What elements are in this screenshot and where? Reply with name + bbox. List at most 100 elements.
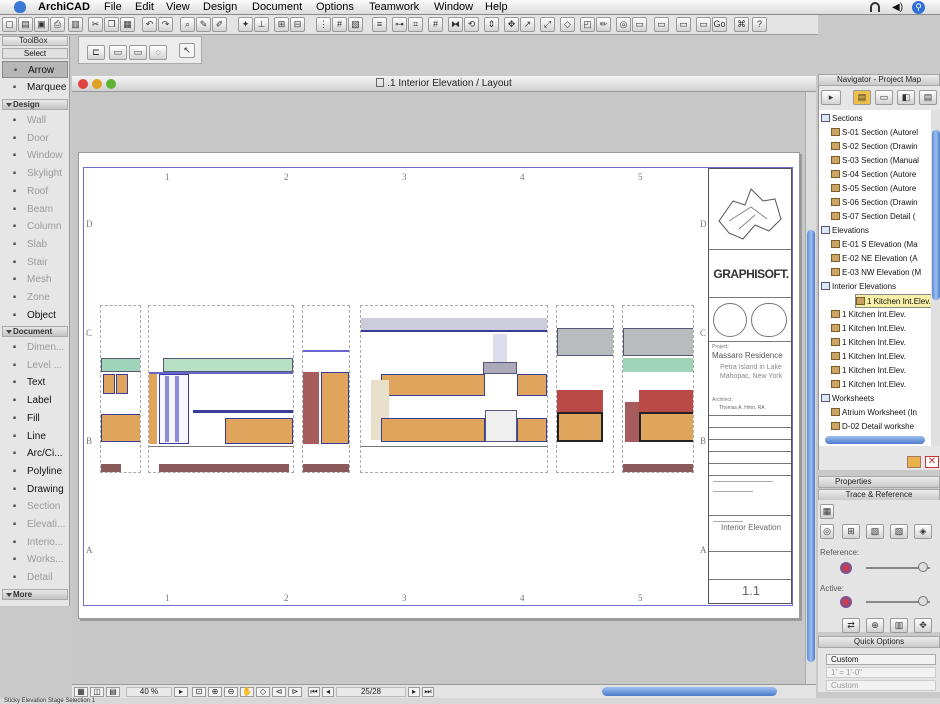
- app-menu[interactable]: ArchiCAD: [38, 1, 90, 14]
- tool-level[interactable]: ▪ Level ...: [2, 357, 68, 374]
- nav-group[interactable]: Worksheets: [821, 392, 931, 406]
- layer-combo-icon[interactable]: ▦: [74, 687, 88, 697]
- align-icon[interactable]: ≡: [372, 17, 387, 32]
- section-marker-icon[interactable]: #: [428, 17, 443, 32]
- trace-option-5-icon[interactable]: ◈: [914, 524, 932, 539]
- elevation-drawing-5[interactable]: [556, 305, 614, 473]
- pan-icon[interactable]: ✋: [240, 687, 254, 697]
- menu-edit[interactable]: Edit: [135, 1, 154, 14]
- paste-icon[interactable]: ▦: [120, 17, 135, 32]
- tool-dimension[interactable]: ▪ Dimen...: [2, 339, 68, 356]
- nav-group[interactable]: Interior Elevations: [821, 280, 931, 294]
- tool-elevation[interactable]: ▪ Elevati...: [2, 516, 68, 533]
- plot-icon[interactable]: ▥: [68, 17, 83, 32]
- next-page-icon[interactable]: ▸: [408, 687, 420, 697]
- grid-display-icon[interactable]: #: [332, 17, 347, 32]
- tool-detail[interactable]: ▪ Detail: [2, 569, 68, 586]
- nav-item[interactable]: Atrium Worksheet (In: [831, 406, 931, 420]
- display-order-icon[interactable]: ▤: [106, 687, 120, 697]
- group-icon[interactable]: ⊟: [290, 17, 305, 32]
- tool-drawing[interactable]: ▪ Drawing: [2, 481, 68, 498]
- nav-item[interactable]: S-05 Section (Autore: [831, 182, 931, 196]
- tool-skylight[interactable]: ▪ Skylight: [2, 165, 68, 182]
- selection-method-icon[interactable]: ⊏: [87, 45, 105, 60]
- print-icon[interactable]: ⎙: [50, 17, 65, 32]
- rotate-icon[interactable]: ⟲: [464, 17, 479, 32]
- tool-label[interactable]: ▪ Label: [2, 392, 68, 409]
- volume-icon[interactable]: ◀): [892, 2, 903, 13]
- first-page-icon[interactable]: ⏮: [308, 687, 320, 697]
- vertical-scrollbar[interactable]: [805, 92, 816, 684]
- tool-column[interactable]: ▪ Column: [2, 218, 68, 235]
- layout-book-tab-icon[interactable]: ◧: [897, 90, 915, 105]
- nav-item[interactable]: E-03 NW Elevation (M: [831, 266, 931, 280]
- menu-file[interactable]: File: [104, 1, 122, 14]
- find-select-icon[interactable]: ⌕: [180, 17, 195, 32]
- tool-arc[interactable]: ▪ Arc/Ci...: [2, 445, 68, 462]
- 3d-window-icon[interactable]: ◰: [580, 17, 595, 32]
- drag-icon[interactable]: ✥: [504, 17, 519, 32]
- apple-menu-icon[interactable]: [14, 1, 26, 13]
- properties-header[interactable]: Properties: [818, 476, 940, 488]
- tool-window[interactable]: ▪ Window: [2, 147, 68, 164]
- menu-options[interactable]: Options: [316, 1, 354, 14]
- tool-marquee[interactable]: ▪ Marquee: [2, 79, 68, 96]
- tool-line[interactable]: ▪ Line: [2, 428, 68, 445]
- menu-window[interactable]: Window: [434, 1, 473, 14]
- copy-icon[interactable]: ❐: [104, 17, 119, 32]
- minimize-window-icon[interactable]: [92, 79, 102, 89]
- undo-icon[interactable]: ↶: [142, 17, 157, 32]
- tool-section[interactable]: ▪ Section: [2, 498, 68, 515]
- nav-item[interactable]: D-02 Detail workshe: [831, 420, 931, 434]
- view-map-tab-icon[interactable]: ▭: [875, 90, 893, 105]
- nav-item[interactable]: 1 Kitchen Int.Elev.: [831, 308, 931, 322]
- navigator-title-bar[interactable]: Navigator - Project Map: [818, 74, 940, 86]
- zoom-in-icon[interactable]: ⊕: [208, 687, 222, 697]
- title-block[interactable]: GRAPHISOFT. Project: Massaro Residence P…: [708, 168, 792, 604]
- menu-design[interactable]: Design: [203, 1, 237, 14]
- menu-help[interactable]: Help: [485, 1, 508, 14]
- zoom-area-icon[interactable]: ⊡: [192, 687, 206, 697]
- shortcut-icon[interactable]: ⌘: [734, 17, 749, 32]
- quick-options-header[interactable]: Quick Options: [818, 636, 940, 648]
- trace-reset-icon[interactable]: ⊕: [866, 618, 884, 633]
- trace-toggle-icon[interactable]: ▦: [820, 504, 834, 519]
- close-window-icon[interactable]: [78, 79, 88, 89]
- syringe-icon[interactable]: ✐: [212, 17, 227, 32]
- tool-door[interactable]: ▪ Door: [2, 130, 68, 147]
- menu-view[interactable]: View: [166, 1, 190, 14]
- nav-item[interactable]: S-07 Section Detail (: [831, 210, 931, 224]
- trace-swap-icon[interactable]: ⇄: [842, 618, 860, 633]
- navigator-delete-icon[interactable]: ✕: [925, 456, 939, 468]
- geometry-method-1-icon[interactable]: ▭: [109, 45, 127, 60]
- redo-icon[interactable]: ↷: [158, 17, 173, 32]
- nav-item[interactable]: 1 Kitchen Int.Elev.: [831, 350, 931, 364]
- pointer-icon[interactable]: ↖: [179, 43, 195, 58]
- tool-beam[interactable]: ▪ Beam: [2, 201, 68, 218]
- nav-item[interactable]: S-02 Section (Drawin: [831, 140, 931, 154]
- tool-text[interactable]: ▪ Text: [2, 374, 68, 391]
- view-options-icon[interactable]: ◫: [90, 687, 104, 697]
- tool-slab[interactable]: ▪ Slab: [2, 236, 68, 253]
- active-color-icon[interactable]: [840, 596, 852, 608]
- nav-item[interactable]: 1 Kitchen Int.Elev.: [831, 378, 931, 392]
- vertical-scroll-thumb[interactable]: [807, 230, 815, 662]
- quick-option-scale[interactable]: 1' = 1'-0": [826, 667, 936, 678]
- nav-item[interactable]: S-04 Section (Autore: [831, 168, 931, 182]
- trace-option-3-icon[interactable]: ▧: [866, 524, 884, 539]
- tool-object[interactable]: ▪ Object: [2, 307, 68, 324]
- next-zoom-icon[interactable]: ⊳: [288, 687, 302, 697]
- nav-item[interactable]: E-02 NE Elevation (A: [831, 252, 931, 266]
- resize-icon[interactable]: ⤢: [540, 17, 555, 32]
- window-title-bar[interactable]: .1 Interior Elevation / Layout: [72, 76, 816, 92]
- project-map-tab-icon[interactable]: ▤: [853, 90, 871, 105]
- zoom-out-icon[interactable]: ⊖: [224, 687, 238, 697]
- nav-item[interactable]: S-03 Section (Manual: [831, 154, 931, 168]
- trace-move-icon[interactable]: ✥: [914, 618, 932, 633]
- publisher-tab-icon[interactable]: ▤: [919, 90, 937, 105]
- horizontal-scroll-thumb[interactable]: [602, 687, 777, 696]
- trace-compare-icon[interactable]: ▥: [890, 618, 908, 633]
- elevate-icon[interactable]: ⇕: [484, 17, 499, 32]
- nav-item[interactable]: 1 Kitchen Int.Elev.: [831, 322, 931, 336]
- pen-set-icon[interactable]: ✏: [596, 17, 611, 32]
